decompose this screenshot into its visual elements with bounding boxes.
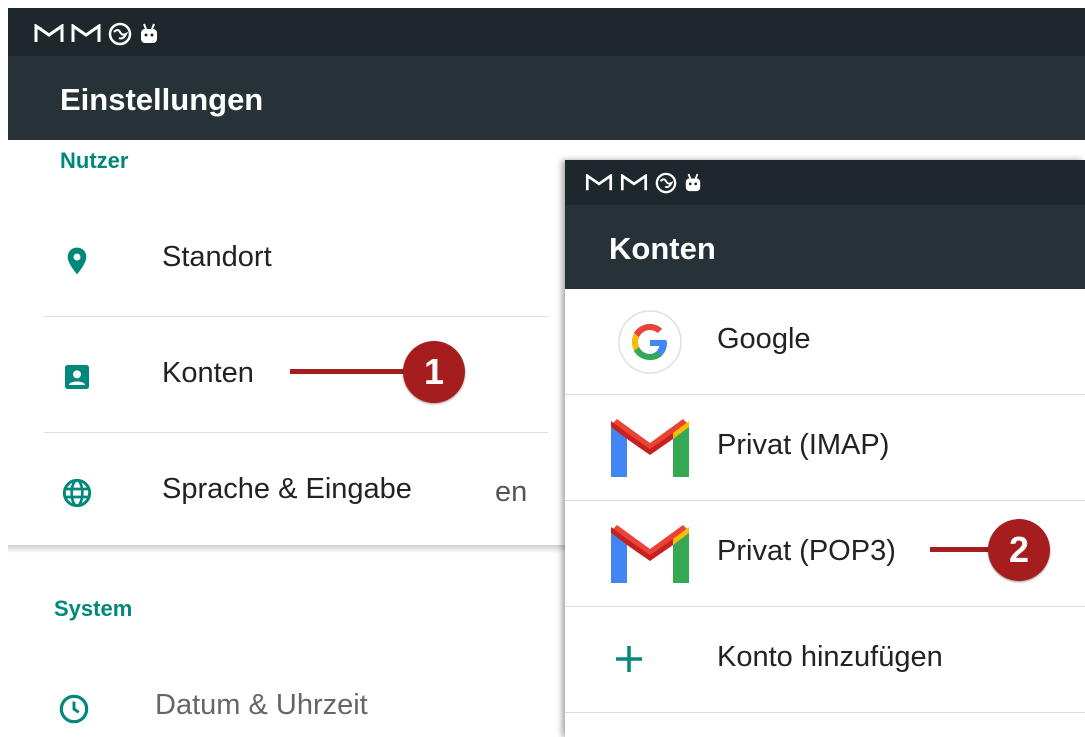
gmail-icon [611, 415, 689, 481]
account-item-google[interactable]: Google [565, 289, 1085, 395]
settings-toolbar: Einstellungen [8, 56, 1085, 140]
account-item-label: Google [717, 323, 811, 355]
android-icon [684, 173, 702, 198]
clock-icon [58, 693, 90, 725]
account-item-label: Konto hinzufügen [717, 641, 943, 673]
account-box-icon [61, 361, 93, 393]
settings-item-konten[interactable]: Konten [8, 319, 548, 433]
settings-item-label: Standort [162, 241, 272, 273]
vpn-globe-icon [655, 172, 677, 199]
status-icons [585, 172, 702, 199]
gmail-notification-icon [71, 23, 101, 49]
card-shadow [8, 545, 565, 553]
gmail-notification-icon [34, 23, 64, 49]
divider [44, 432, 548, 433]
gmail-notification-icon [620, 173, 648, 197]
account-item-label: Privat (IMAP) [717, 429, 890, 461]
page-title: Einstellungen [60, 82, 264, 117]
status-bar [8, 8, 1085, 56]
settings-item-label: Datum & Uhrzeit [155, 689, 368, 721]
add-account-button[interactable]: Konto hinzufügen [565, 607, 1085, 713]
category-header-nutzer: Nutzer [60, 148, 129, 173]
settings-item-sprache-eingabe[interactable]: Sprache & Eingabe [8, 435, 548, 549]
plus-icon [613, 643, 645, 675]
account-item-label: Privat (POP3) [717, 535, 896, 567]
settings-item-label: Sprache & Eingabe [162, 473, 412, 505]
divider [44, 316, 548, 317]
account-item-privat-imap[interactable]: Privat (IMAP) [565, 395, 1085, 501]
status-bar [565, 160, 1085, 205]
settings-item-datum-uhrzeit[interactable]: Datum & Uhrzeit [8, 651, 548, 737]
truncated-text: en [495, 476, 528, 508]
accounts-screen: Konten Google Privat (IMAP) Privat (POP3… [565, 160, 1085, 737]
settings-item-standort[interactable]: Standort [8, 203, 548, 317]
divider [565, 712, 1085, 713]
callout-badge-2: 2 [988, 519, 1050, 581]
gmail-icon [611, 521, 689, 587]
gmail-notification-icon [585, 173, 613, 197]
page-title: Konten [609, 231, 716, 266]
category-header-system: System [54, 596, 133, 621]
settings-item-label: Konten [162, 357, 254, 389]
android-icon [139, 23, 159, 50]
status-icons [34, 22, 159, 51]
accounts-toolbar: Konten [565, 205, 1085, 289]
vpn-globe-icon [108, 22, 132, 51]
globe-icon [61, 477, 93, 509]
callout-line-1 [290, 369, 410, 374]
google-logo-icon [611, 309, 689, 375]
location-pin-icon [61, 245, 93, 277]
callout-badge-1: 1 [403, 341, 465, 403]
